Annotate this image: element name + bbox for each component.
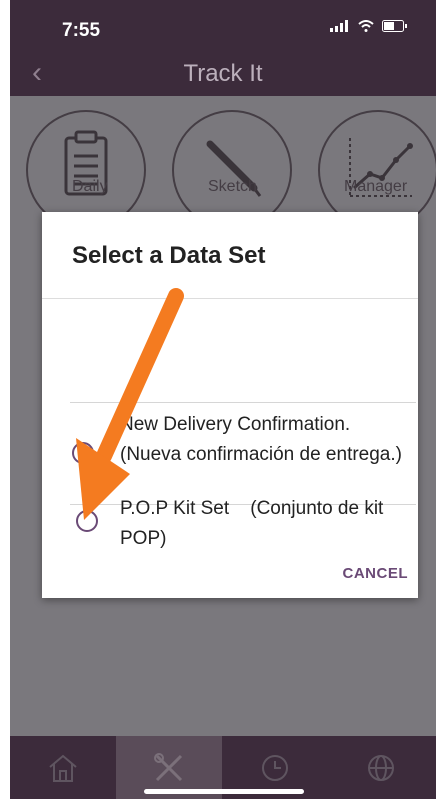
clock-icon: [262, 754, 288, 781]
app-title: Track It: [183, 60, 263, 87]
wifi-icon: [358, 20, 374, 32]
home-indicator: [144, 789, 304, 794]
nav-home[interactable]: [10, 736, 116, 799]
battery-icon: [382, 20, 407, 32]
home-icon: [49, 754, 77, 782]
select-data-set-dialog: Select a Data Set New Delivery Confirmat…: [42, 212, 418, 598]
signal-icon: [330, 20, 348, 32]
tools-icon: [154, 752, 183, 781]
cancel-button[interactable]: CANCEL: [343, 565, 409, 582]
globe-icon: [368, 754, 394, 781]
radio-new-delivery[interactable]: [72, 442, 94, 464]
phone-screen: 7:55 ‹ Track It Daily Sketch Manager Sel…: [10, 0, 436, 799]
status-icons: [330, 20, 408, 32]
nav-globe[interactable]: [328, 736, 434, 799]
dialog-title: Select a Data Set: [72, 242, 266, 269]
option-label-pop-kit: P.O.P Kit Set (Conjunto de kit POP): [120, 498, 389, 549]
app-bar: ‹ Track It: [10, 58, 436, 96]
radio-pop-kit[interactable]: [76, 510, 98, 532]
status-time: 7:55: [62, 20, 101, 41]
list-divider: [70, 402, 416, 403]
dialog-divider: [42, 298, 418, 299]
status-bar: 7:55: [10, 0, 436, 58]
option-label-new-delivery: New Delivery Confirmation. (Nueva confir…: [120, 414, 402, 465]
